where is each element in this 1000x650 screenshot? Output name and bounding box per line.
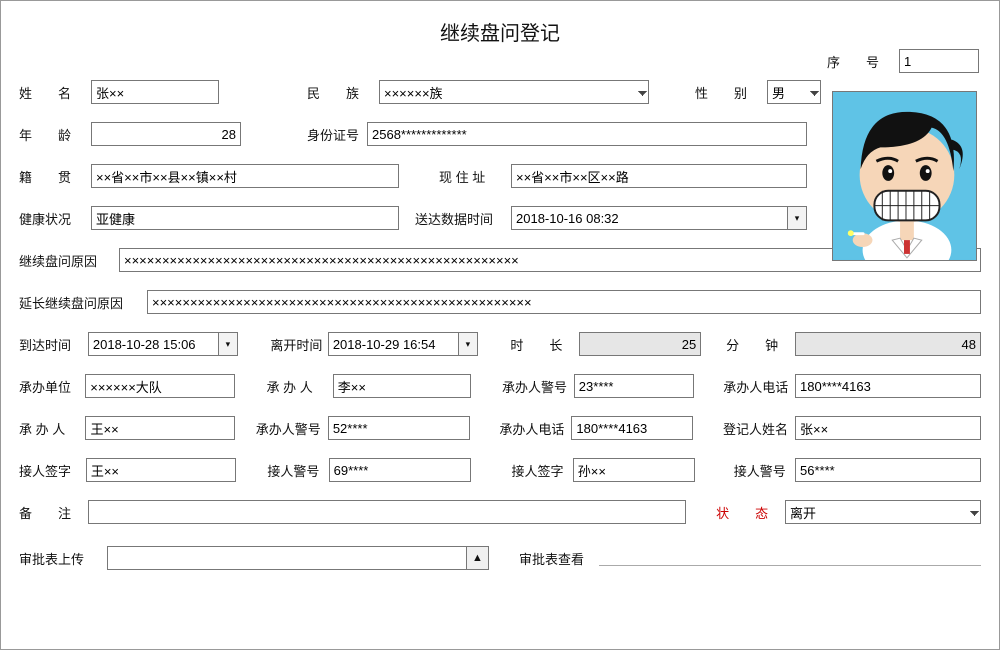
handler1-phone-label: 承办人电话 xyxy=(723,374,795,398)
duration-label: 时 长 xyxy=(510,332,579,356)
upload-label: 审批表上传 xyxy=(19,546,107,570)
handler2-badge-label: 承办人警号 xyxy=(256,416,328,440)
sequence-input[interactable] xyxy=(899,49,979,73)
recv2-badge-input[interactable] xyxy=(795,458,981,482)
minutes-label: 分 钟 xyxy=(726,332,795,356)
idcard-label: 身份证号 xyxy=(307,122,367,146)
duration-input xyxy=(579,332,701,356)
upload-browse-button[interactable]: ▲ xyxy=(467,546,489,570)
handler1-badge-input[interactable] xyxy=(574,374,694,398)
reason-label: 继续盘问原因 xyxy=(19,248,119,272)
recv1-badge-input[interactable] xyxy=(329,458,471,482)
health-label: 健康状况 xyxy=(19,206,91,230)
leave-dropdown-icon[interactable]: ▾ xyxy=(458,332,478,356)
handler1-badge-label: 承办人警号 xyxy=(502,374,574,398)
delivery-dropdown-icon[interactable]: ▾ xyxy=(787,206,807,230)
ethnicity-label: 民 族 xyxy=(307,80,379,104)
leave-label: 离开时间 xyxy=(270,332,327,356)
sequence-label: 序 号 xyxy=(827,49,899,73)
registrar-input[interactable] xyxy=(795,416,981,440)
age-label: 年 龄 xyxy=(19,122,91,146)
ext-reason-input[interactable] xyxy=(147,290,981,314)
sequence-row: 序 号 xyxy=(827,49,979,73)
upload-path-input[interactable] xyxy=(107,546,467,570)
arrive-dropdown-icon[interactable]: ▾ xyxy=(218,332,238,356)
recv1-sign-input[interactable] xyxy=(86,458,236,482)
ext-reason-label: 延长继续盘问原因 xyxy=(19,290,147,314)
handler2-badge-input[interactable] xyxy=(328,416,470,440)
arrive-label: 到达时间 xyxy=(19,332,88,356)
minutes-input xyxy=(795,332,981,356)
ethnicity-select[interactable] xyxy=(379,80,649,104)
address-input[interactable] xyxy=(511,164,807,188)
gender-select[interactable] xyxy=(767,80,821,104)
recv1-badge-label: 接人警号 xyxy=(267,458,328,482)
status-label: 状 态 xyxy=(716,500,785,524)
registrar-label: 登记人姓名 xyxy=(723,416,795,440)
recv2-sign-input[interactable] xyxy=(573,458,695,482)
address-label: 现 住 址 xyxy=(439,164,511,188)
name-label: 姓 名 xyxy=(19,80,91,104)
idcard-input[interactable] xyxy=(367,122,807,146)
handler1-label: 承 办 人 xyxy=(267,374,333,398)
status-select[interactable] xyxy=(785,500,981,524)
unit-label: 承办单位 xyxy=(19,374,85,398)
recv2-sign-label: 接人签字 xyxy=(512,458,573,482)
page-title: 继续盘问登记 xyxy=(19,17,981,46)
delivery-input[interactable] xyxy=(511,206,787,230)
arrive-input[interactable] xyxy=(88,332,218,356)
health-input[interactable] xyxy=(91,206,399,230)
recv2-badge-label: 接人警号 xyxy=(734,458,795,482)
handler2-label: 承 办 人 xyxy=(19,416,85,440)
remark-label: 备 注 xyxy=(19,500,88,524)
origin-input[interactable] xyxy=(91,164,399,188)
handler1-phone-input[interactable] xyxy=(795,374,981,398)
triangle-up-icon: ▲ xyxy=(472,552,483,564)
handler1-input[interactable] xyxy=(333,374,471,398)
delivery-label: 送达数据时间 xyxy=(415,206,511,230)
leave-input[interactable] xyxy=(328,332,458,356)
origin-label: 籍 贯 xyxy=(19,164,91,188)
handler2-input[interactable] xyxy=(85,416,235,440)
age-input[interactable] xyxy=(91,122,241,146)
avatar xyxy=(832,91,977,261)
avatar-cartoon-icon xyxy=(833,92,976,260)
form-page: 继续盘问登记 序 号 xyxy=(0,0,1000,650)
gender-label: 性 别 xyxy=(695,80,767,104)
name-input[interactable] xyxy=(91,80,219,104)
recv1-sign-label: 接人签字 xyxy=(19,458,86,482)
view-label: 审批表查看 xyxy=(519,546,599,570)
view-link[interactable] xyxy=(599,550,981,566)
unit-input[interactable] xyxy=(85,374,235,398)
handler2-phone-label: 承办人电话 xyxy=(499,416,571,440)
remark-input[interactable] xyxy=(88,500,686,524)
handler2-phone-input[interactable] xyxy=(571,416,693,440)
